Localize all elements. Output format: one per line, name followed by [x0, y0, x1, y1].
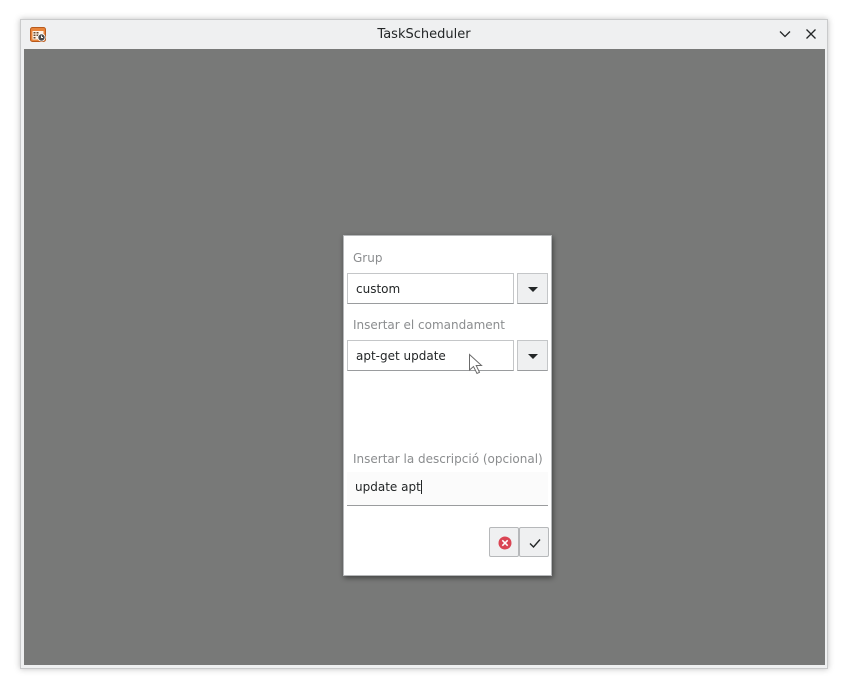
title-bar[interactable]: TaskScheduler [21, 20, 827, 49]
group-label: Grup [353, 251, 383, 265]
command-value[interactable]: apt-get update [347, 340, 514, 371]
command-combobox[interactable]: apt-get update [347, 340, 548, 372]
group-dropdown-button[interactable] [517, 273, 548, 304]
workspace-area: Grup custom Insertar el comandament apt-… [24, 49, 825, 665]
description-input[interactable]: update apt [347, 472, 548, 506]
group-combobox[interactable]: custom [347, 273, 548, 305]
app-window: TaskScheduler Grup custom Insertar el co… [20, 19, 828, 669]
checkmark-icon [529, 539, 541, 549]
close-icon[interactable] [803, 26, 819, 42]
command-dropdown-button[interactable] [517, 340, 548, 371]
mouse-pointer-icon [469, 353, 483, 375]
text-caret [420, 480, 422, 494]
minimize-chevron-icon[interactable] [777, 26, 793, 42]
window-title: TaskScheduler [377, 27, 471, 42]
command-label: Insertar el comandament [353, 318, 505, 332]
caret-down-icon [528, 287, 538, 292]
group-value[interactable]: custom [347, 273, 514, 304]
description-value: update apt [355, 480, 421, 494]
accept-button[interactable] [519, 527, 549, 557]
cancel-icon [498, 536, 512, 550]
description-label: Insertar la descripció (opcional) [353, 452, 543, 466]
task-dialog: Grup custom Insertar el comandament apt-… [343, 235, 552, 576]
cancel-button[interactable] [489, 527, 519, 557]
caret-down-icon [528, 354, 538, 359]
